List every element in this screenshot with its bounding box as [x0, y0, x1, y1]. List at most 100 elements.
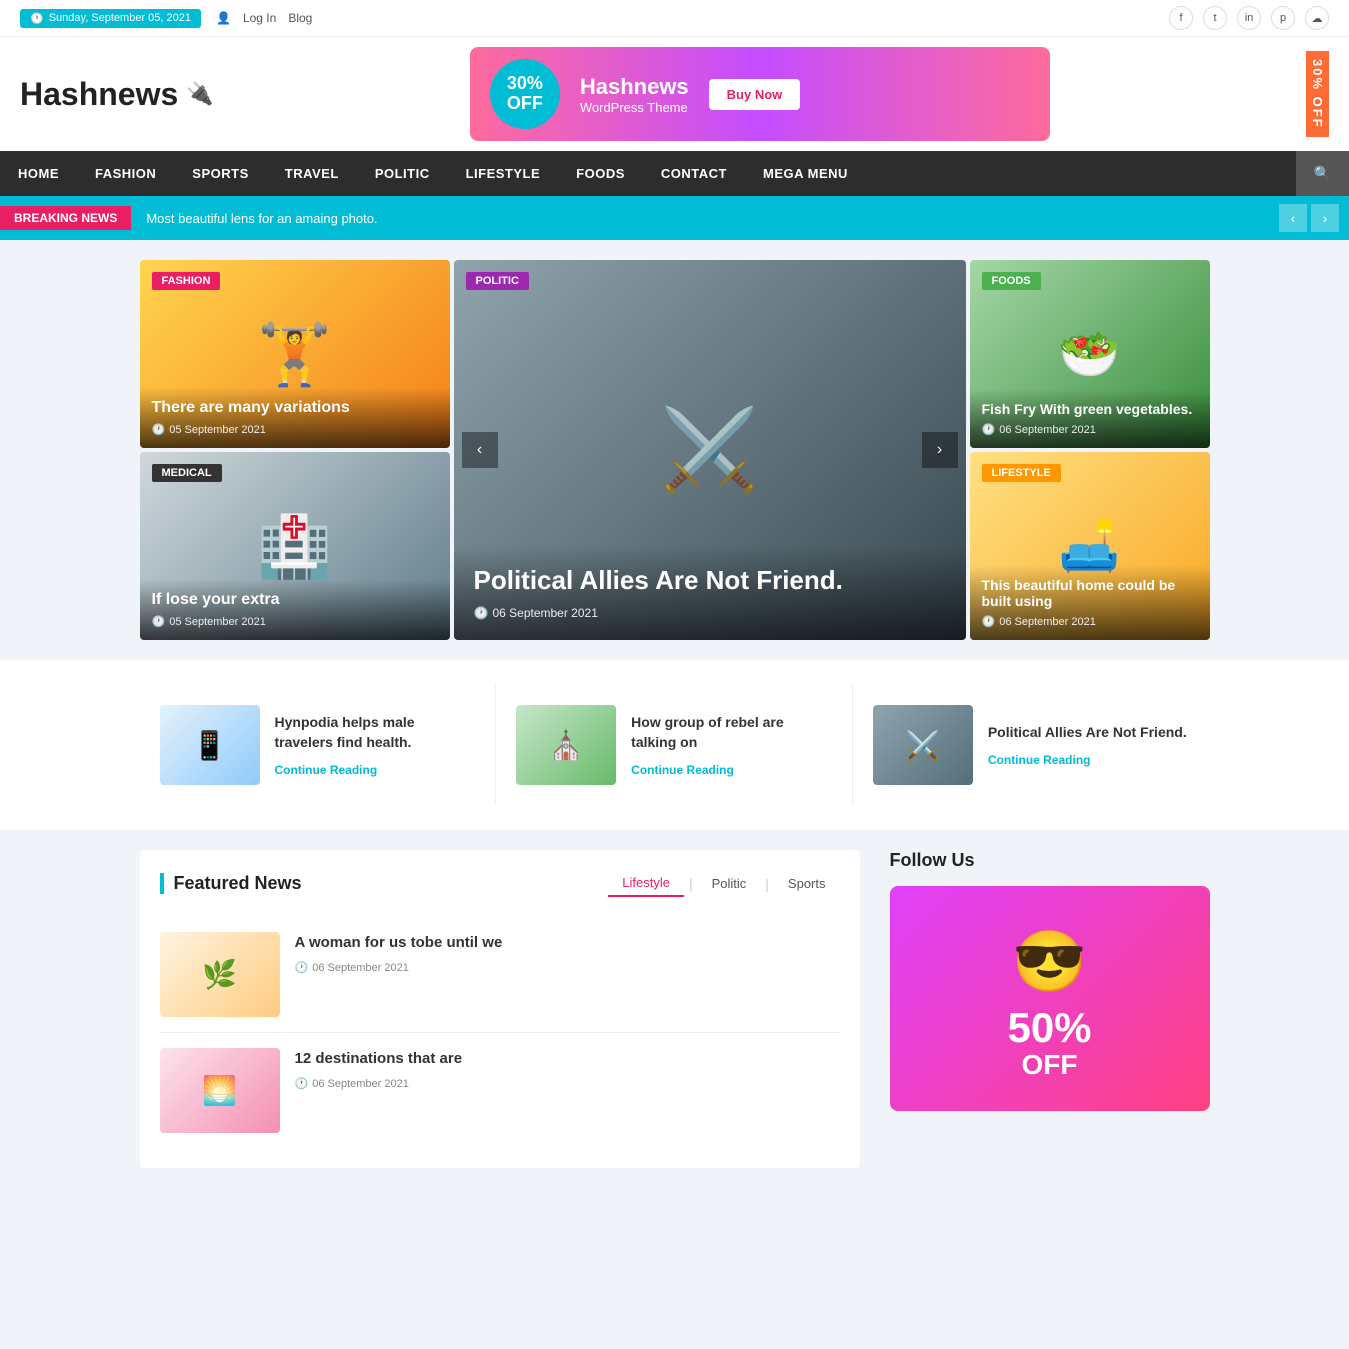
follow-sidebar: Follow Us 😎 50% OFF	[890, 850, 1210, 1168]
tab-lifestyle[interactable]: Lifestyle	[608, 870, 684, 897]
twitter-icon[interactable]: t	[1203, 6, 1227, 30]
nav-travel[interactable]: TRAVEL	[267, 152, 357, 195]
clock-icon: 🕐	[30, 12, 44, 25]
nav-fashion[interactable]: FASHION	[77, 152, 174, 195]
follow-off: OFF	[910, 1049, 1190, 1081]
lifestyle-card: 🛋️ LIFESTYLE This beautiful home could b…	[970, 452, 1210, 640]
instagram-icon[interactable]: in	[1237, 6, 1261, 30]
medical-card-date: 🕐 05 September 2021	[152, 615, 438, 628]
news-content-2: 12 destinations that are 🕐 06 September …	[295, 1048, 463, 1133]
medical-card-title: If lose your extra	[152, 591, 438, 609]
main-nav: HOME FASHION SPORTS TRAVEL POLITIC LIFES…	[0, 151, 1349, 196]
nav-sports[interactable]: SPORTS	[174, 152, 266, 195]
nav-home[interactable]: HOME	[0, 152, 77, 195]
bottom-grid: Featured News Lifestyle | Politic | Spor…	[140, 850, 1210, 1168]
banner-ad: 30% OFF Hashnews WordPress Theme Buy Now	[470, 47, 1050, 141]
nav-lifestyle[interactable]: LIFESTYLE	[448, 152, 559, 195]
follow-banner: 😎 50% OFF	[890, 886, 1210, 1111]
feat-card-3: ⚔️ Political Allies Are Not Friend. Cont…	[853, 685, 1210, 805]
tab-divider-2: |	[765, 876, 769, 892]
fashion-badge: FASHION	[152, 272, 221, 290]
buy-now-button[interactable]: Buy Now	[709, 79, 801, 110]
social-icons: f t in p ☁	[1169, 6, 1329, 30]
foods-card-title: Fish Fry With green vegetables.	[982, 401, 1198, 417]
login-icon: 👤	[216, 11, 231, 25]
banner-side: 30% OFF	[1306, 51, 1329, 137]
breaking-prev-button[interactable]: ‹	[1279, 204, 1307, 232]
rss-icon[interactable]: ☁	[1305, 6, 1329, 30]
top-bar-links: 👤 Log In Blog	[216, 11, 312, 25]
top-bar-date: 🕐 Sunday, September 05, 2021	[20, 9, 201, 28]
feat-text-3: Political Allies Are Not Friend. Continu…	[988, 723, 1187, 767]
hero-center: ⚔️ POLITIC Political Allies Are Not Frie…	[454, 260, 966, 640]
tab-politic[interactable]: Politic	[698, 871, 761, 896]
banner-text: Hashnews WordPress Theme	[580, 74, 689, 115]
news-title-1: A woman for us tobe until we	[295, 932, 503, 953]
foods-badge: FOODS	[982, 272, 1041, 290]
fashion-card-content: There are many variations 🕐 05 September…	[140, 387, 450, 448]
secondary-inner: 📱 Hynpodia helps male travelers find hea…	[125, 685, 1225, 805]
login-link[interactable]: Log In	[243, 11, 276, 25]
top-bar: 🕐 Sunday, September 05, 2021 👤 Log In Bl…	[0, 0, 1349, 37]
tab-sports[interactable]: Sports	[774, 871, 840, 896]
hero-next-button[interactable]: ›	[922, 432, 958, 468]
breaking-text: Most beautiful lens for an amaing photo.	[146, 211, 1279, 226]
blog-link[interactable]: Blog	[288, 11, 312, 25]
feat-text-2: How group of rebel are talking on Contin…	[631, 713, 832, 776]
section-title: Featured News	[160, 873, 302, 894]
nav-search-button[interactable]: 🔍	[1296, 151, 1349, 196]
feat-link-3[interactable]: Continue Reading	[988, 753, 1091, 767]
banner-percent: 30% OFF	[490, 59, 560, 129]
nav-foods[interactable]: FOODS	[558, 152, 643, 195]
nav-politic[interactable]: POLITIC	[357, 152, 448, 195]
right-cards: 🥗 FOODS Fish Fry With green vegetables. …	[970, 260, 1210, 640]
breaking-next-button[interactable]: ›	[1311, 204, 1339, 232]
secondary-section: 📱 Hynpodia helps male travelers find hea…	[0, 660, 1349, 830]
lifestyle-card-title: This beautiful home could be built using	[982, 577, 1198, 609]
breaking-nav: ‹ ›	[1279, 204, 1339, 232]
left-cards: 🏋️ FASHION There are many variations 🕐 0…	[140, 260, 450, 640]
clock-icon: 🕐	[295, 1077, 309, 1090]
clock-icon: 🕐	[982, 423, 996, 436]
clock-icon: 🕐	[152, 423, 166, 436]
fashion-card-title: There are many variations	[152, 399, 438, 417]
feat-thumb-2: ⛪	[516, 705, 616, 785]
facebook-icon[interactable]: f	[1169, 6, 1193, 30]
nav-contact[interactable]: CONTACT	[643, 152, 745, 195]
politic-badge: POLITIC	[466, 272, 529, 290]
breaking-news-bar: BREAKING NEWS Most beautiful lens for an…	[0, 196, 1349, 240]
news-thumb-2: 🌅	[160, 1048, 280, 1133]
news-title-2: 12 destinations that are	[295, 1048, 463, 1069]
pinterest-icon[interactable]: p	[1271, 6, 1295, 30]
news-date-1: 🕐 06 September 2021	[295, 961, 503, 974]
feat-link-2[interactable]: Continue Reading	[631, 763, 734, 777]
news-content-1: A woman for us tobe until we 🕐 06 Septem…	[295, 932, 503, 1017]
featured-news: Featured News Lifestyle | Politic | Spor…	[140, 850, 860, 1168]
clock-icon: 🕐	[295, 961, 309, 974]
main-container: 🏋️ FASHION There are many variations 🕐 0…	[125, 260, 1225, 640]
news-item-2: 🌅 12 destinations that are 🕐 06 Septembe…	[160, 1033, 840, 1148]
hero-title: Political Allies Are Not Friend.	[474, 565, 946, 596]
feat-card-2: ⛪ How group of rebel are talking on Cont…	[496, 685, 853, 805]
medical-card-content: If lose your extra 🕐 05 September 2021	[140, 579, 450, 640]
feat-link-1[interactable]: Continue Reading	[275, 763, 378, 777]
feat-thumb-1: 📱	[160, 705, 260, 785]
hero-overlay: Political Allies Are Not Friend. 🕐 06 Se…	[454, 545, 966, 640]
lifestyle-card-content: This beautiful home could be built using…	[970, 565, 1210, 640]
feat-card-1: 📱 Hynpodia helps male travelers find hea…	[140, 685, 497, 805]
lifestyle-badge: LIFESTYLE	[982, 464, 1061, 482]
medical-card: 🏥 MEDICAL If lose your extra 🕐 05 Septem…	[140, 452, 450, 640]
hero-prev-button[interactable]: ‹	[462, 432, 498, 468]
fashion-card-date: 🕐 05 September 2021	[152, 423, 438, 436]
medical-badge: MEDICAL	[152, 464, 222, 482]
nav-megamenu[interactable]: MEGA MENU	[745, 152, 866, 195]
header: Hashnews 🔌 30% OFF Hashnews WordPress Th…	[0, 37, 1349, 151]
hero-grid: 🏋️ FASHION There are many variations 🕐 0…	[140, 260, 1210, 640]
tabs: Lifestyle | Politic | Sports	[608, 870, 839, 897]
news-item-1: 🌿 A woman for us tobe until we 🕐 06 Sept…	[160, 917, 840, 1033]
feat-thumb-3: ⚔️	[873, 705, 973, 785]
feat-title-1: Hynpodia helps male travelers find healt…	[275, 713, 476, 752]
foods-card: 🥗 FOODS Fish Fry With green vegetables. …	[970, 260, 1210, 448]
hero-date: 🕐 06 September 2021	[474, 606, 946, 620]
breaking-label: BREAKING NEWS	[0, 206, 131, 230]
